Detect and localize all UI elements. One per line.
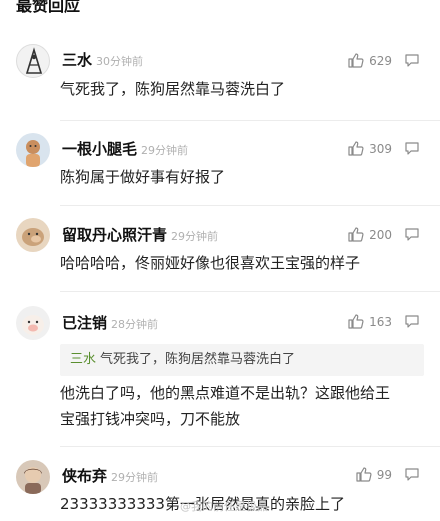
commenter-name[interactable]: 留取丹心照汗青 29分钟前 bbox=[62, 226, 218, 246]
comment-time: 29分钟前 bbox=[111, 471, 159, 484]
comment-text: 陈狗属于做好事有好报了 bbox=[60, 168, 226, 186]
watermark: @我的前任是极品 bbox=[180, 500, 268, 513]
section-title: 最赞回应 bbox=[16, 0, 81, 15]
like-count: 200 bbox=[369, 227, 392, 242]
thumbs-up-icon bbox=[348, 53, 364, 68]
quoted-text: 气死我了，陈狗居然靠马蓉洗白了 bbox=[100, 352, 296, 367]
quoted-comment[interactable]: 三水 气死我了，陈狗居然靠马蓉洗白了 bbox=[60, 344, 424, 376]
like-count: 163 bbox=[369, 314, 392, 329]
divider bbox=[60, 446, 440, 447]
quoted-commenter-name[interactable]: 三水 bbox=[70, 352, 96, 367]
avatar[interactable] bbox=[16, 218, 50, 252]
like-count: 309 bbox=[369, 141, 392, 156]
avatar[interactable] bbox=[16, 306, 50, 340]
like-count: 99 bbox=[376, 467, 392, 482]
reply-bubble-icon[interactable] bbox=[404, 467, 420, 482]
reply-bubble-icon[interactable] bbox=[404, 141, 420, 156]
comment-text: 气死我了，陈狗居然靠马蓉洗白了 bbox=[60, 80, 286, 98]
thumbs-up-icon bbox=[348, 227, 364, 242]
commenter-name[interactable]: 已注销 28分钟前 bbox=[62, 314, 158, 334]
like-button[interactable]: 200 bbox=[348, 227, 392, 242]
avatar[interactable] bbox=[16, 133, 50, 167]
divider bbox=[60, 120, 440, 121]
avatar[interactable] bbox=[16, 44, 50, 78]
reply-bubble-icon[interactable] bbox=[404, 53, 420, 68]
commenter-name[interactable]: 三水 30分钟前 bbox=[62, 51, 143, 71]
reply-bubble-icon[interactable] bbox=[404, 227, 420, 242]
comment-text: 哈哈哈哈，佟丽娅好像也很喜欢王宝强的样子 bbox=[60, 254, 361, 272]
like-count: 629 bbox=[369, 53, 392, 68]
like-button[interactable]: 163 bbox=[348, 314, 392, 329]
comment-time: 29分钟前 bbox=[141, 144, 189, 157]
thumbs-up-icon bbox=[356, 467, 372, 482]
like-button[interactable]: 99 bbox=[356, 467, 392, 482]
comment-text: 他洗白了吗，他的黑点难道不是出轨？这跟他给王 宝强打钱冲突吗，刀不能放 bbox=[60, 384, 391, 428]
like-button[interactable]: 309 bbox=[348, 141, 392, 156]
commenter-name[interactable]: 侠布弃 29分钟前 bbox=[62, 467, 158, 487]
divider bbox=[60, 205, 440, 206]
reply-bubble-icon[interactable] bbox=[404, 314, 420, 329]
like-button[interactable]: 629 bbox=[348, 53, 392, 68]
divider bbox=[60, 291, 440, 292]
avatar[interactable] bbox=[16, 460, 50, 494]
comment-time: 28分钟前 bbox=[111, 318, 159, 331]
thumbs-up-icon bbox=[348, 314, 364, 329]
commenter-name[interactable]: 一根小腿毛 29分钟前 bbox=[62, 140, 188, 160]
thumbs-up-icon bbox=[348, 141, 364, 156]
comment-time: 29分钟前 bbox=[171, 230, 219, 243]
comment-time: 30分钟前 bbox=[96, 55, 144, 68]
